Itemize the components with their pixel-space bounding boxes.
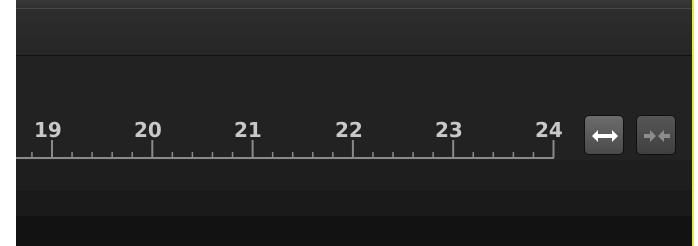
- collapse-arrows-icon: [644, 130, 670, 142]
- timeline-panel: 19 20 21 22 23 24: [16, 0, 692, 246]
- ruler-label: 23: [435, 118, 463, 142]
- left-edge: [0, 0, 16, 246]
- ruler-label: 24: [535, 118, 563, 142]
- collapse-timeline-button[interactable]: [636, 115, 676, 155]
- expand-arrows-icon: [592, 130, 618, 142]
- ruler-label: 20: [134, 118, 162, 142]
- ruler-label: 21: [234, 118, 262, 142]
- track-row[interactable]: [16, 190, 692, 216]
- track-row[interactable]: [16, 160, 692, 190]
- expand-timeline-button[interactable]: [584, 115, 624, 155]
- timeline-window: 19 20 21 22 23 24: [0, 0, 698, 246]
- ruler-label: 22: [335, 118, 363, 142]
- right-edge: [694, 0, 698, 246]
- ruler-labels: 19 20 21 22 23 24: [34, 118, 563, 142]
- header-divider: [16, 8, 692, 9]
- ruler-label: 19: [34, 118, 62, 142]
- track-row[interactable]: [16, 216, 692, 246]
- timeline-header-bar: [16, 0, 692, 56]
- ruler-ticks: [31, 140, 555, 158]
